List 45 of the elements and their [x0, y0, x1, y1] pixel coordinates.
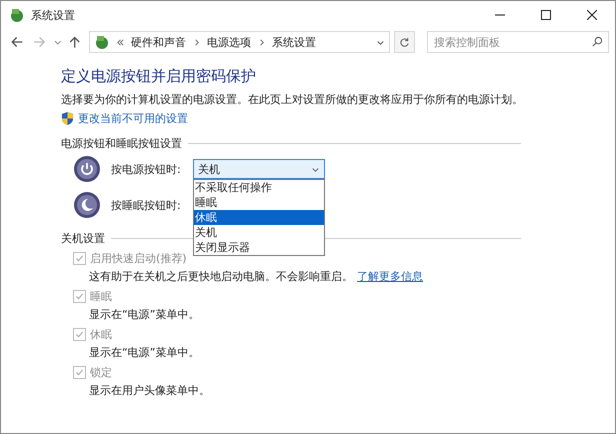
search-icon: [592, 36, 604, 47]
dropdown-option[interactable]: 不采取任何操作: [194, 180, 324, 195]
refresh-icon: [398, 36, 410, 48]
dropdown-option[interactable]: 休眠: [194, 210, 324, 225]
dropdown-option[interactable]: 睡眠: [194, 195, 324, 210]
checkmark-icon: [75, 292, 84, 301]
page-heading: 定义电源按钮并启用密码保护: [61, 67, 257, 86]
page-description: 选择要为你的计算机设置的电源设置。在此页上对设置所做的更改将应用于你所有的电源计划。: [61, 92, 524, 107]
close-icon: [587, 10, 597, 20]
checkmark-icon: [75, 368, 84, 377]
checkmark-icon: [75, 254, 84, 263]
control-panel-icon: [9, 7, 25, 23]
address-bar[interactable]: 硬件和声音 电源选项 系统设置: [88, 31, 390, 53]
checkbox-label: 睡眠: [90, 289, 112, 304]
back-arrow-icon[interactable]: [10, 35, 24, 49]
window-title: 系统设置: [31, 8, 75, 22]
option-description: 显示在用户头像菜单中。: [89, 383, 210, 398]
dropdown-option[interactable]: 关机: [194, 225, 324, 240]
power-button-icon: [73, 155, 101, 183]
section-heading: 关机设置: [61, 231, 105, 246]
checkbox-label: 休眠: [90, 327, 112, 342]
shield-icon: [61, 111, 74, 126]
field-label: 按睡眠按钮时:: [111, 198, 182, 212]
forward-arrow-icon[interactable]: [33, 35, 47, 49]
double-chevron-icon: [116, 38, 125, 46]
action-dropdown[interactable]: 关机: [193, 159, 325, 179]
section-heading: 电源按钮和睡眠按钮设置: [61, 136, 182, 151]
maximize-icon: [541, 10, 551, 20]
option-description: 显示在“电源”菜单中。: [89, 345, 200, 360]
dropdown-option[interactable]: 关闭显示器: [194, 240, 324, 255]
refresh-button[interactable]: [394, 31, 416, 53]
option-description: 显示在“电源”菜单中。: [89, 307, 200, 322]
breadcrumb[interactable]: 系统设置: [272, 34, 316, 50]
search-field[interactable]: 搜索控制面板: [427, 31, 610, 53]
up-arrow-icon[interactable]: [68, 35, 82, 49]
option-description: 这有助于在关机之后更快地启动电脑。不会影响重启。: [89, 269, 353, 284]
control-panel-icon: [94, 34, 110, 50]
field-label: 按电源按钮时:: [111, 162, 182, 176]
change-settings-link[interactable]: 更改当前不可用的设置: [78, 111, 188, 126]
checkmark-icon: [75, 330, 84, 339]
moon-button-icon: [73, 191, 101, 219]
breadcrumb[interactable]: 电源选项: [206, 34, 251, 50]
checkbox-label: 锁定: [90, 365, 112, 380]
breadcrumb[interactable]: 硬件和声音: [130, 34, 186, 50]
checkbox-label: 启用快速启动(推荐): [90, 251, 187, 266]
